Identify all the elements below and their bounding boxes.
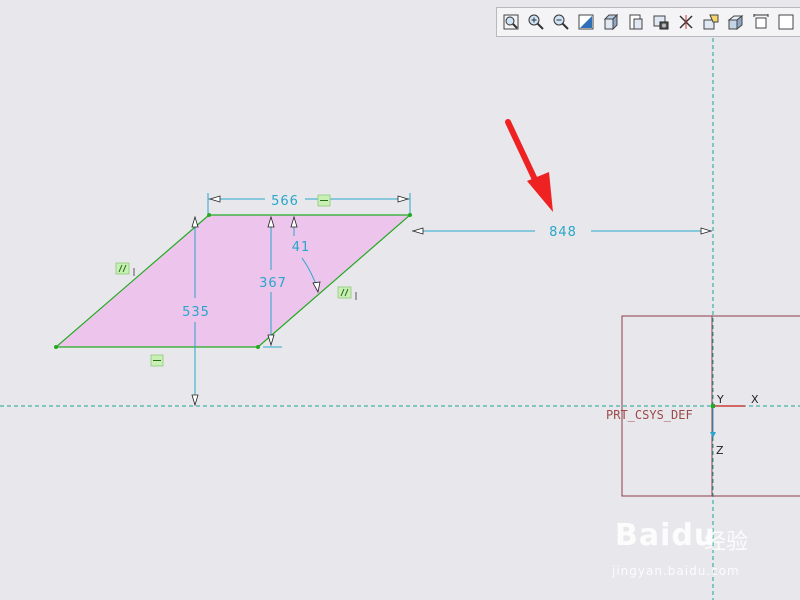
vertex-point[interactable] xyxy=(408,213,412,217)
watermark-brand: Baidu xyxy=(615,518,717,553)
constraint-parallel-right[interactable] xyxy=(337,286,357,300)
dimension-arrow xyxy=(191,394,199,407)
csys-x-label: X xyxy=(751,393,759,406)
csys-label: PRT_CSYS_DEF xyxy=(606,408,693,422)
dimension-angle-value[interactable]: 41 xyxy=(292,240,311,255)
csys-origin-marker xyxy=(711,404,715,408)
dimension-arrow xyxy=(397,195,410,203)
dimension-top-width[interactable] xyxy=(207,193,411,213)
constraint-horizontal-top[interactable] xyxy=(317,194,331,207)
dimension-horizontal-offset-value[interactable]: 848 xyxy=(549,225,577,240)
dimension-arrow xyxy=(411,227,424,235)
dimension-top-width-value[interactable]: 566 xyxy=(271,194,299,209)
dimension-offset-height-value[interactable]: 535 xyxy=(182,305,210,320)
dimension-arrow xyxy=(267,334,275,347)
watermark-url: jingyan.baidu.com xyxy=(612,564,740,578)
sketch-canvas[interactable]: 566 367 41 535 848 PRT_CSYS_DEF Y X Z xyxy=(0,0,800,600)
parallelogram-sketch[interactable] xyxy=(54,214,412,348)
dimension-arrow xyxy=(191,215,199,228)
csys-z-arrow xyxy=(710,432,716,438)
dimension-arrow xyxy=(700,227,713,235)
constraint-parallel-left[interactable] xyxy=(115,262,135,276)
constraint-horizontal-bottom[interactable] xyxy=(150,354,164,367)
vertex-point[interactable] xyxy=(256,345,260,349)
annotation-arrow xyxy=(505,119,553,212)
watermark-cn: 经验 xyxy=(704,530,749,555)
csys-z-label: Z xyxy=(716,444,724,457)
vertex-point[interactable] xyxy=(54,345,58,349)
dimension-height-value[interactable]: 367 xyxy=(259,276,287,291)
baidu-watermark: Baidu 经验 jingyan.baidu.com xyxy=(612,512,762,582)
csys-y-label: Y xyxy=(716,393,724,406)
dimension-arrow xyxy=(208,195,221,203)
vertex-point[interactable] xyxy=(207,213,211,217)
